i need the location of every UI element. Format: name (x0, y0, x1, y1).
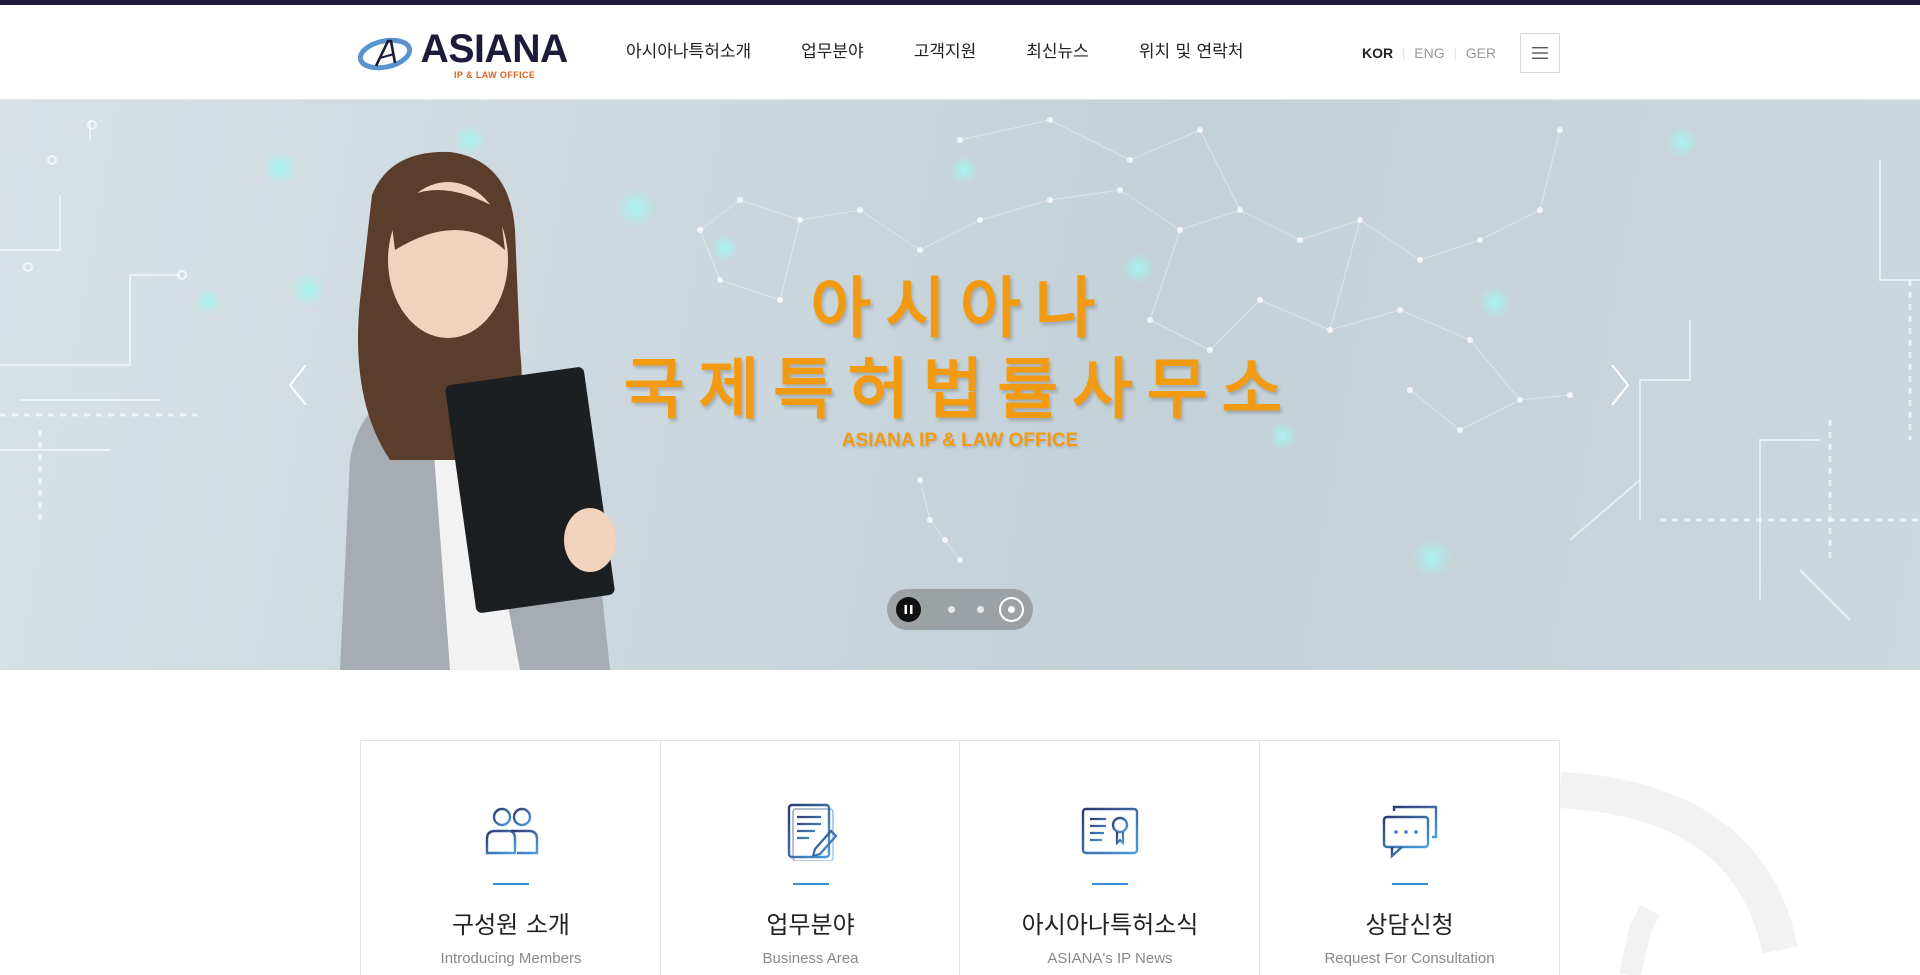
lang-kor[interactable]: KOR (1362, 45, 1393, 61)
nav-item-location-contact[interactable]: 위치 및 연락처 (1139, 5, 1244, 100)
card-divider (792, 883, 829, 885)
nav-item-customer-support[interactable]: 고객지원 (914, 5, 977, 100)
certificate-icon (1081, 807, 1139, 855)
language-switcher: KOR | ENG | GER (1362, 5, 1496, 100)
chat-bubbles-icon (1382, 805, 1437, 859)
nav-item-business-area[interactable]: 업무분야 (801, 5, 864, 100)
chevron-left-icon (288, 364, 307, 406)
card-divider (1391, 883, 1428, 885)
card-consultation[interactable]: 상담신청 Request For Consultation (1260, 741, 1560, 975)
lang-divider: | (1402, 45, 1406, 60)
card-title: 업무분야 (766, 911, 855, 939)
chevron-right-icon (1611, 364, 1630, 406)
card-title: 아시아나특허소식 (1021, 911, 1199, 939)
pause-icon (904, 605, 913, 614)
nav-item-news[interactable]: 최신뉴스 (1026, 5, 1089, 100)
asiana-logo-mark-icon (358, 37, 413, 71)
site-header: ASIANA IP & LAW OFFICE 아시아나특허소개 업무분야 고객지… (0, 5, 1920, 100)
nav-item-about[interactable]: 아시아나특허소개 (626, 5, 751, 100)
hero-slider: 아시아나 국제특허법률사무소 ASIANA IP & LAW OFFICE (0, 100, 1920, 670)
slider-dot-3-active[interactable] (999, 597, 1024, 622)
lang-divider: | (1453, 45, 1457, 60)
card-members[interactable]: 구성원 소개 Introducing Members (361, 741, 661, 975)
document-edit-icon (787, 803, 838, 861)
card-business-area[interactable]: 업무분야 Business Area (661, 741, 960, 975)
card-title: 구성원 소개 (451, 911, 571, 939)
card-subtitle: Business Area (762, 950, 859, 967)
card-subtitle: Request For Consultation (1324, 950, 1495, 967)
card-title: 상담신청 (1365, 911, 1454, 939)
lang-ger[interactable]: GER (1466, 45, 1496, 61)
slider-dot-1[interactable] (948, 606, 955, 613)
people-icon (485, 807, 539, 855)
slider-controls (887, 589, 1033, 630)
slider-prev-button[interactable] (282, 360, 318, 410)
slider-pause-button[interactable] (896, 597, 921, 622)
logo-wordmark: ASIANA (420, 27, 569, 71)
quick-links: 구성원 소개 Introducing Members 업무분야 Business… (360, 740, 1560, 975)
slider-next-button[interactable] (1600, 360, 1636, 410)
main-nav: 아시아나특허소개 업무분야 고객지원 최신뉴스 위치 및 연락처 (626, 5, 1243, 100)
logo-tagline: IP & LAW OFFICE (454, 70, 536, 80)
card-subtitle: Introducing Members (440, 950, 582, 967)
card-divider (1092, 883, 1128, 885)
menu-button[interactable] (1520, 33, 1560, 73)
card-ip-news[interactable]: 아시아나특허소식 ASIANA's IP News (960, 741, 1260, 975)
slider-dot-2[interactable] (977, 606, 984, 613)
hero-subtitle: ASIANA IP & LAW OFFICE (841, 430, 1079, 451)
card-subtitle: ASIANA's IP News (1047, 950, 1173, 967)
hamburger-icon (1532, 47, 1548, 59)
lang-eng[interactable]: ENG (1414, 45, 1444, 61)
card-divider (493, 883, 529, 885)
site-logo[interactable]: ASIANA IP & LAW OFFICE (358, 27, 573, 81)
